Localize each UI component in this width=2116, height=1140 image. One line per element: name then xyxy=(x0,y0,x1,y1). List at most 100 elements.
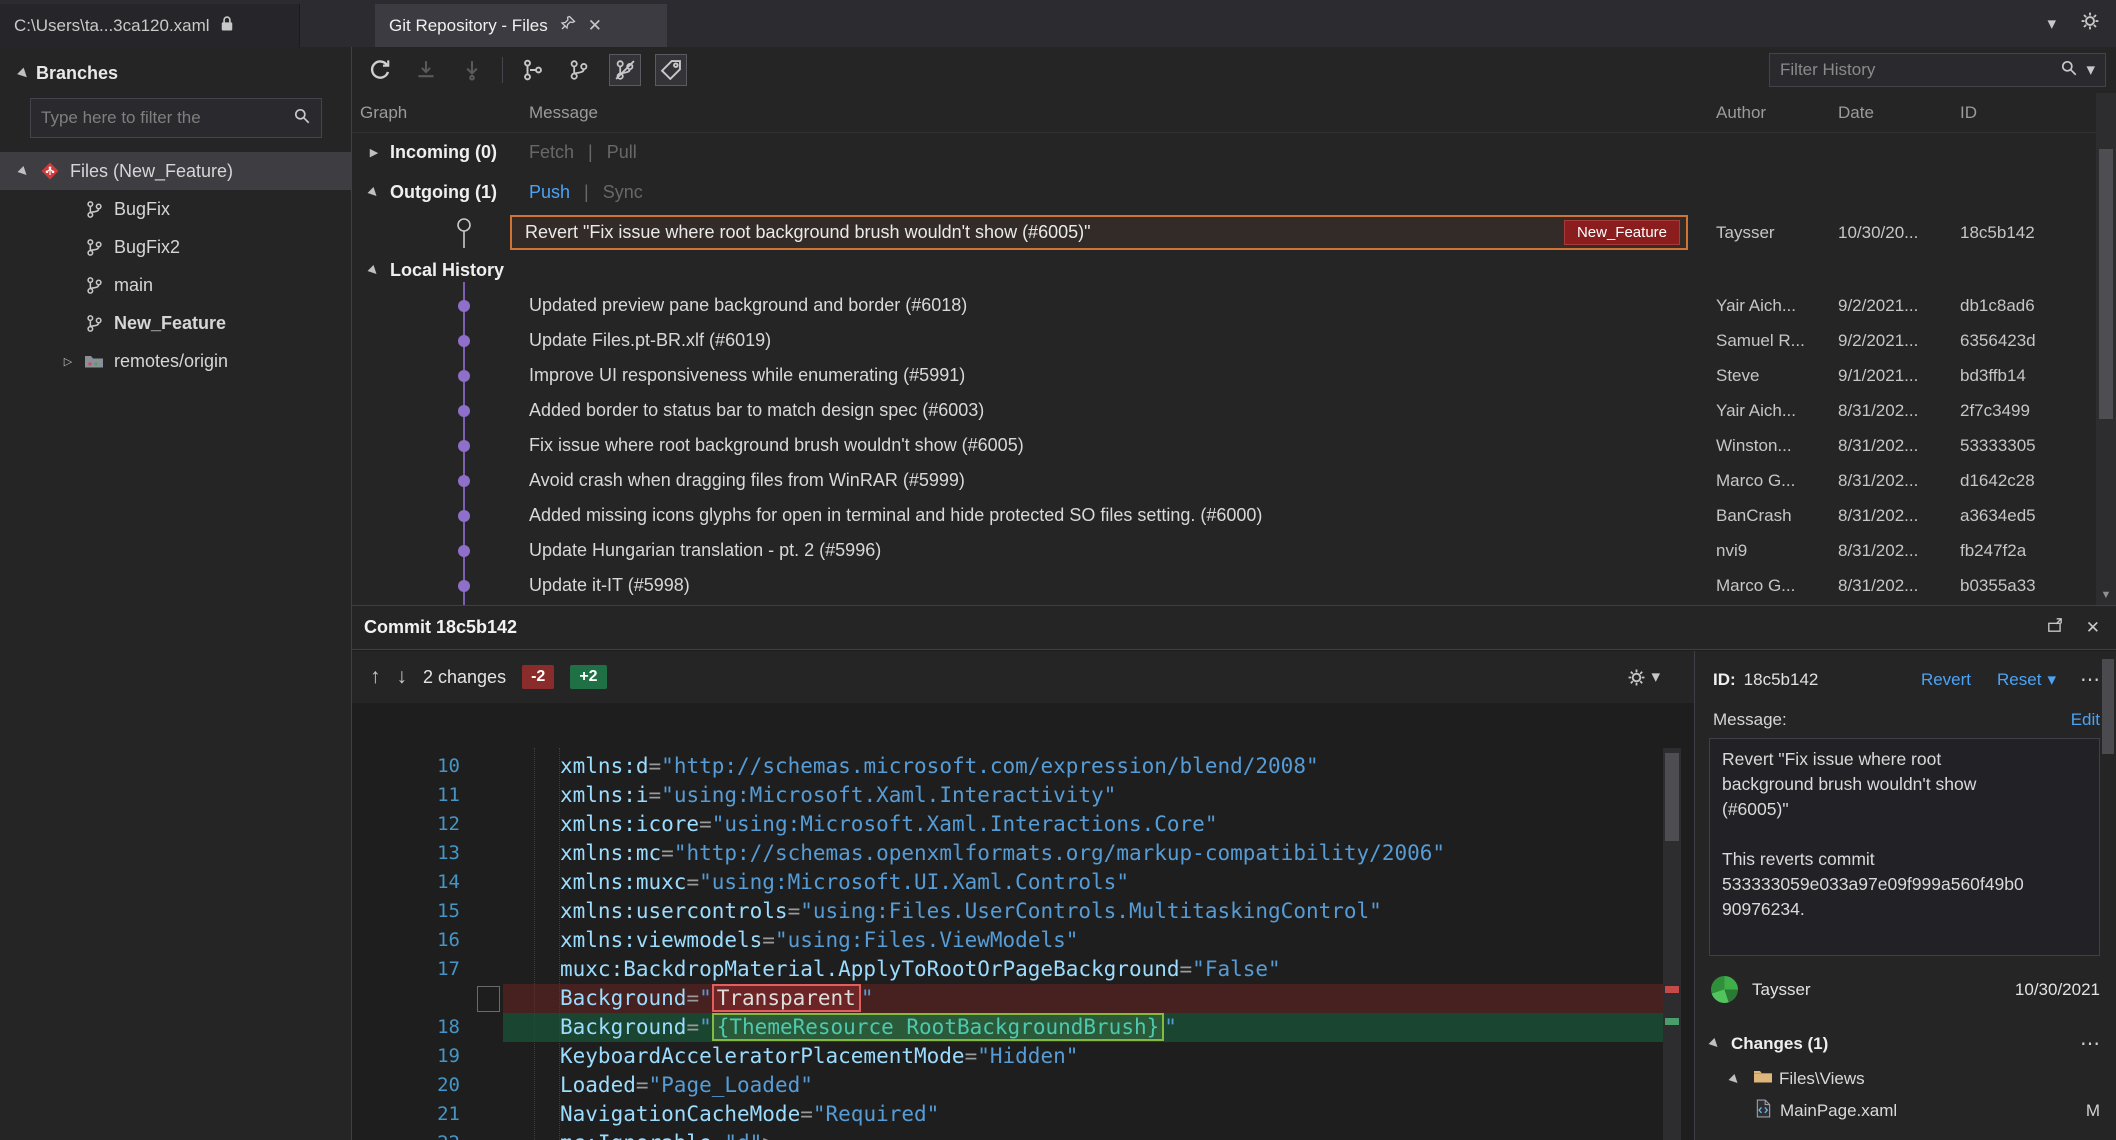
branch-filter-placeholder: Type here to filter the xyxy=(41,108,201,127)
commit-date: 8/31/202... xyxy=(1838,505,1919,525)
commit-row[interactable]: Fix issue where root background brush wo… xyxy=(352,428,2096,463)
close-tab-icon[interactable]: ✕ xyxy=(588,16,602,36)
filter-history-input[interactable]: Filter History ▾ xyxy=(1769,53,2106,87)
incoming-section-row[interactable]: ▶ Incoming (0) Fetch | Pull xyxy=(352,133,2116,172)
branch-item-bugfix[interactable]: BugFix xyxy=(0,190,351,228)
details-scrollbar-thumb[interactable] xyxy=(2102,659,2114,754)
column-header-message[interactable]: Message xyxy=(529,103,1710,123)
commit-author: Samuel R... xyxy=(1716,330,1805,350)
column-header-graph[interactable]: Graph xyxy=(352,103,529,123)
push-link[interactable]: Push xyxy=(529,182,570,203)
commit-row[interactable]: Added border to status bar to match desi… xyxy=(352,393,2096,428)
commit-message: Added missing icons glyphs for open in t… xyxy=(529,505,1263,525)
expander-icon[interactable]: ▶ xyxy=(11,158,37,184)
commit-row[interactable]: Update Hungarian translation - pt. 2 (#5… xyxy=(352,533,2096,568)
expander-icon[interactable]: ▶ xyxy=(1702,1030,1728,1056)
previous-change-button[interactable]: ↑ xyxy=(370,665,381,689)
edit-message-button[interactable]: Edit xyxy=(2071,710,2100,730)
branch-item-remotes-origin[interactable]: ▷ remotes/origin xyxy=(0,342,351,380)
search-icon[interactable] xyxy=(293,107,311,130)
pull-link[interactable]: Pull xyxy=(607,142,637,163)
commit-id: fb247f2a xyxy=(1960,540,2027,560)
refresh-button[interactable] xyxy=(364,54,396,86)
commit-row[interactable]: Update Files.pt-BR.xlf (#6019) Samuel R..… xyxy=(352,323,2096,358)
fetch-button[interactable] xyxy=(410,54,442,86)
next-change-button[interactable]: ↓ xyxy=(397,665,408,689)
scrollbar-thumb[interactable] xyxy=(1665,753,1679,841)
commit-id: 6356423d xyxy=(1960,330,2036,350)
column-header-id[interactable]: ID xyxy=(1954,103,2096,123)
branch-item-bugfix2[interactable]: BugFix2 xyxy=(0,228,351,266)
dock-window-icon[interactable] xyxy=(2046,616,2064,639)
diff-margin xyxy=(460,1129,503,1140)
show-branches-button[interactable] xyxy=(563,54,595,86)
commit-details-panel: ID: 18c5b142 Revert Reset ▾ ⋯ Message: E… xyxy=(1694,651,2116,1140)
settings-gear-icon[interactable] xyxy=(2080,11,2100,36)
code-line: 14 xmlns:muxc="using:Microsoft.UI.Xaml.Co… xyxy=(352,868,1694,897)
column-header-author[interactable]: Author xyxy=(1710,103,1832,123)
diff-settings-button[interactable]: ▾ xyxy=(1627,667,1660,687)
commit-message-box[interactable]: Revert "Fix issue where root background … xyxy=(1709,738,2100,956)
local-history-section-row[interactable]: ▶ Local History xyxy=(352,253,2116,288)
local-history-label: Local History xyxy=(390,260,505,280)
document-tab[interactable]: C:\Users\ta...3ca120.xaml xyxy=(0,4,300,47)
more-actions-button[interactable]: ⋯ xyxy=(2080,667,2100,692)
commit-row[interactable]: Updated preview pane background and bord… xyxy=(352,288,2096,323)
outgoing-section-row[interactable]: ▶ Outgoing (1) Push | Sync xyxy=(352,172,2116,212)
branch-item-new-feature[interactable]: New_Feature xyxy=(0,304,351,342)
expander-icon[interactable]: ▶ xyxy=(1722,1066,1748,1092)
fetch-link[interactable]: Fetch xyxy=(529,142,574,163)
line-number: 22 xyxy=(352,1129,460,1140)
history-scrollbar[interactable]: ▼ xyxy=(2096,93,2116,605)
revert-button[interactable]: Revert xyxy=(1921,670,1971,690)
branch-filter-input[interactable]: Type here to filter the xyxy=(30,98,322,138)
commit-message: Update Hungarian translation - pt. 2 (#5… xyxy=(529,540,882,560)
changes-more-button[interactable]: ⋯ xyxy=(2080,1031,2100,1056)
tab-git-repository-files[interactable]: Git Repository - Files ✕ xyxy=(375,4,667,47)
branch-icon xyxy=(80,276,108,295)
code-line: Background=" Transparent " xyxy=(352,984,1694,1013)
line-number: 14 xyxy=(437,871,460,893)
close-pane-icon[interactable]: ✕ xyxy=(2086,618,2100,638)
commit-author: Yair Aich... xyxy=(1716,295,1796,315)
expander-icon[interactable]: ▶ xyxy=(361,257,387,283)
window-menu-caret-icon[interactable]: ▾ xyxy=(2047,14,2056,34)
reset-button[interactable]: Reset ▾ xyxy=(1997,670,2056,690)
diff-editor[interactable]: 10 xmlns:d="http://schemas.microsoft.com/… xyxy=(352,748,1694,1140)
commit-row[interactable]: Added missing icons glyphs for open in t… xyxy=(352,498,2096,533)
show-graph-button[interactable] xyxy=(517,54,549,86)
pull-button[interactable] xyxy=(456,54,488,86)
author-name: Taysser xyxy=(1752,979,1811,999)
changed-folder-row[interactable]: ▶ Files\Views xyxy=(1695,1056,2116,1090)
branches-panel-title: Branches xyxy=(36,63,119,83)
commit-pane-title: Commit 18c5b142 xyxy=(364,617,518,637)
code-text: xmlns:muxc="using:Microsoft.UI.Xaml.Cont… xyxy=(560,870,1129,894)
changed-file-row[interactable]: MainPage.xaml M xyxy=(1695,1090,2116,1123)
expander-icon[interactable]: ▶ xyxy=(11,60,37,86)
scroll-down-arrow-icon[interactable]: ▼ xyxy=(2096,589,2116,601)
diff-margin xyxy=(460,926,503,955)
hide-merge-commits-button[interactable] xyxy=(609,54,641,86)
outgoing-commit-row[interactable]: Revert "Fix issue where root background … xyxy=(352,212,2096,253)
show-tags-button[interactable] xyxy=(655,54,687,86)
pin-icon[interactable] xyxy=(560,15,576,36)
expander-icon[interactable]: ▷ xyxy=(56,355,80,368)
expander-icon[interactable]: ▶ xyxy=(362,146,386,159)
commit-row[interactable]: Avoid crash when dragging files from Win… xyxy=(352,463,2096,498)
selected-commit-highlight[interactable]: Revert "Fix issue where root background … xyxy=(510,215,1688,250)
scrollbar-thumb[interactable] xyxy=(2099,149,2113,419)
changes-section-row[interactable]: ▶ Changes (1) ⋯ xyxy=(1695,1003,2116,1056)
code-line: 16 xmlns:viewmodels="using:Files.ViewMode… xyxy=(352,926,1694,955)
branches-panel-header[interactable]: ▶ Branches xyxy=(0,47,351,92)
expander-icon[interactable]: ▶ xyxy=(361,179,387,205)
sync-link[interactable]: Sync xyxy=(603,182,643,203)
commit-row[interactable]: Improve UI responsiveness while enumerat… xyxy=(352,358,2096,393)
dropdown-caret-icon: ▾ xyxy=(2047,669,2056,689)
search-icon[interactable] xyxy=(2060,59,2078,82)
branch-item-main[interactable]: main xyxy=(0,266,351,304)
diff-scrollbar[interactable] xyxy=(1663,748,1681,1140)
search-options-caret-icon[interactable]: ▾ xyxy=(2086,60,2095,80)
branch-item-files-new-feature-[interactable]: ▶ Files (New_Feature) xyxy=(0,152,351,190)
commit-row[interactable]: Update it-IT (#5998) Marco G... 8/31/202..… xyxy=(352,568,2096,603)
column-header-date[interactable]: Date xyxy=(1832,103,1954,123)
